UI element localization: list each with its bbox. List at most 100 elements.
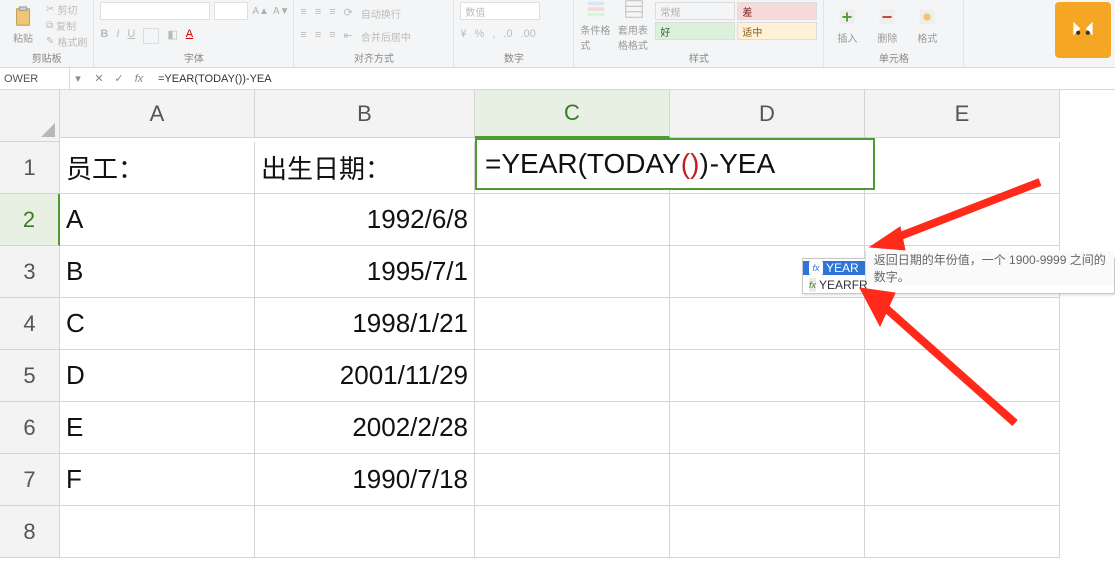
style-good[interactable]: 好 [655,22,735,40]
cell-C5[interactable] [475,350,670,402]
row-head-7[interactable]: 7 [0,454,60,506]
align-top-icon[interactable]: ≡ [300,6,306,21]
autocomplete-item-year[interactable]: fx YEAR [803,261,865,275]
cell-D8[interactable] [670,506,865,558]
percent-icon[interactable]: % [475,28,485,40]
name-box[interactable]: OWER [0,68,70,89]
increase-font-icon[interactable]: A▲ [252,6,269,17]
formula-input[interactable]: =YEAR(TODAY())-YEA [152,73,1115,85]
copy-button[interactable]: ⧉复制 [46,18,87,32]
row-head-3[interactable]: 3 [0,246,60,298]
italic-button[interactable]: I [116,28,119,44]
select-all-corner[interactable] [0,90,60,142]
cell-B4[interactable]: 1998/1/21 [255,298,475,350]
align-bottom-icon[interactable]: ≡ [329,6,335,21]
align-left-icon[interactable]: ≡ [300,29,306,44]
table-format-button[interactable]: 套用表格格式 [618,2,650,48]
col-head-A[interactable]: A [60,90,255,138]
enter-formula-button[interactable]: ✓ [112,72,126,85]
col-head-C[interactable]: C [475,90,670,138]
cell-D4[interactable] [670,298,865,350]
cell-E7[interactable] [865,454,1060,506]
cell-E8[interactable] [865,506,1060,558]
col-head-B[interactable]: B [255,90,475,138]
format-painter-button[interactable]: ✎格式刷 [46,34,87,48]
delete-cells-button[interactable]: 删除 [870,2,904,48]
cell-E4[interactable] [865,298,1060,350]
cell-A3[interactable]: B [60,246,255,298]
cell-A4[interactable]: C [60,298,255,350]
cell-E2[interactable] [865,194,1060,246]
align-right-icon[interactable]: ≡ [329,29,335,44]
autocomplete-item-yearfr[interactable]: fx YEARFR [803,278,869,292]
comma-icon[interactable]: , [492,28,495,40]
cell-B5[interactable]: 2001/11/29 [255,350,475,402]
decrease-decimal-icon[interactable]: .00 [521,28,536,40]
cell-A1[interactable]: 员工： [60,142,255,194]
app-mascot-icon[interactable] [1055,2,1111,58]
wrap-text-button[interactable]: 自动换行 [361,6,401,21]
font-size-select[interactable] [214,2,248,20]
cell-D5[interactable] [670,350,865,402]
format-cells-button[interactable]: 格式 [910,2,944,48]
name-box-dropdown-icon[interactable]: ▾ [70,72,86,85]
cell-C8[interactable] [475,506,670,558]
col-head-D[interactable]: D [670,90,865,138]
cell-A2[interactable]: A [60,194,255,246]
cell-B3[interactable]: 1995/7/1 [255,246,475,298]
row-head-4[interactable]: 4 [0,298,60,350]
fill-color-button[interactable]: ◧ [167,28,177,44]
row-head-8[interactable]: 8 [0,506,60,558]
cell-C6[interactable] [475,402,670,454]
font-color-button[interactable]: A [186,28,193,44]
style-neutral[interactable]: 适中 [737,22,817,40]
cell-A7[interactable]: F [60,454,255,506]
row-head-2[interactable]: 2 [0,194,60,246]
cell-C2[interactable] [475,194,670,246]
cell-C3[interactable] [475,246,670,298]
font-family-select[interactable] [100,2,210,20]
brush-icon: ✎ [46,36,54,47]
style-normal[interactable]: 常规 [655,2,735,20]
cell-A8[interactable] [60,506,255,558]
row-head-6[interactable]: 6 [0,402,60,454]
conditional-format-button[interactable]: 条件格式 [580,2,612,48]
align-middle-icon[interactable]: ≡ [315,6,321,21]
insert-cells-button[interactable]: 插入 [830,2,864,48]
row-head-5[interactable]: 5 [0,350,60,402]
cell-C7[interactable] [475,454,670,506]
cell-A6[interactable]: E [60,402,255,454]
bold-button[interactable]: B [100,28,108,44]
row-head-1[interactable]: 1 [0,142,60,194]
style-bad[interactable]: 差 [737,2,817,20]
underline-button[interactable]: U [127,28,135,44]
merge-center-button[interactable]: 合并后居中 [361,29,411,44]
border-button[interactable] [143,28,159,44]
paste-button[interactable]: 粘贴 [6,2,40,48]
cell-D2[interactable] [670,194,865,246]
currency-icon[interactable]: ¥ [460,28,466,40]
cell-D7[interactable] [670,454,865,506]
orientation-icon[interactable]: ⟳ [344,6,353,21]
decrease-font-icon[interactable]: A▼ [273,6,290,17]
cell-B7[interactable]: 1990/7/18 [255,454,475,506]
cell-E6[interactable] [865,402,1060,454]
cut-button[interactable]: ✂剪切 [46,2,87,16]
cell-B8[interactable] [255,506,475,558]
cell-E1[interactable] [865,142,1060,194]
cell-D6[interactable] [670,402,865,454]
cell-B2[interactable]: 1992/6/8 [255,194,475,246]
cancel-formula-button[interactable]: ✕ [92,72,106,85]
increase-decimal-icon[interactable]: .0 [503,28,512,40]
col-head-E[interactable]: E [865,90,1060,138]
cell-B1[interactable]: 出生日期： [255,142,475,194]
cell-E5[interactable] [865,350,1060,402]
fx-button[interactable]: fx [132,73,146,85]
number-format-select[interactable]: 数值 [460,2,540,20]
cell-A5[interactable]: D [60,350,255,402]
indent-decrease-icon[interactable]: ⇤ [344,29,353,44]
align-center-icon[interactable]: ≡ [315,29,321,44]
active-cell-formula-edit[interactable]: =YEAR(TODAY())-YEA [475,138,875,190]
cell-B6[interactable]: 2002/2/28 [255,402,475,454]
cell-C4[interactable] [475,298,670,350]
